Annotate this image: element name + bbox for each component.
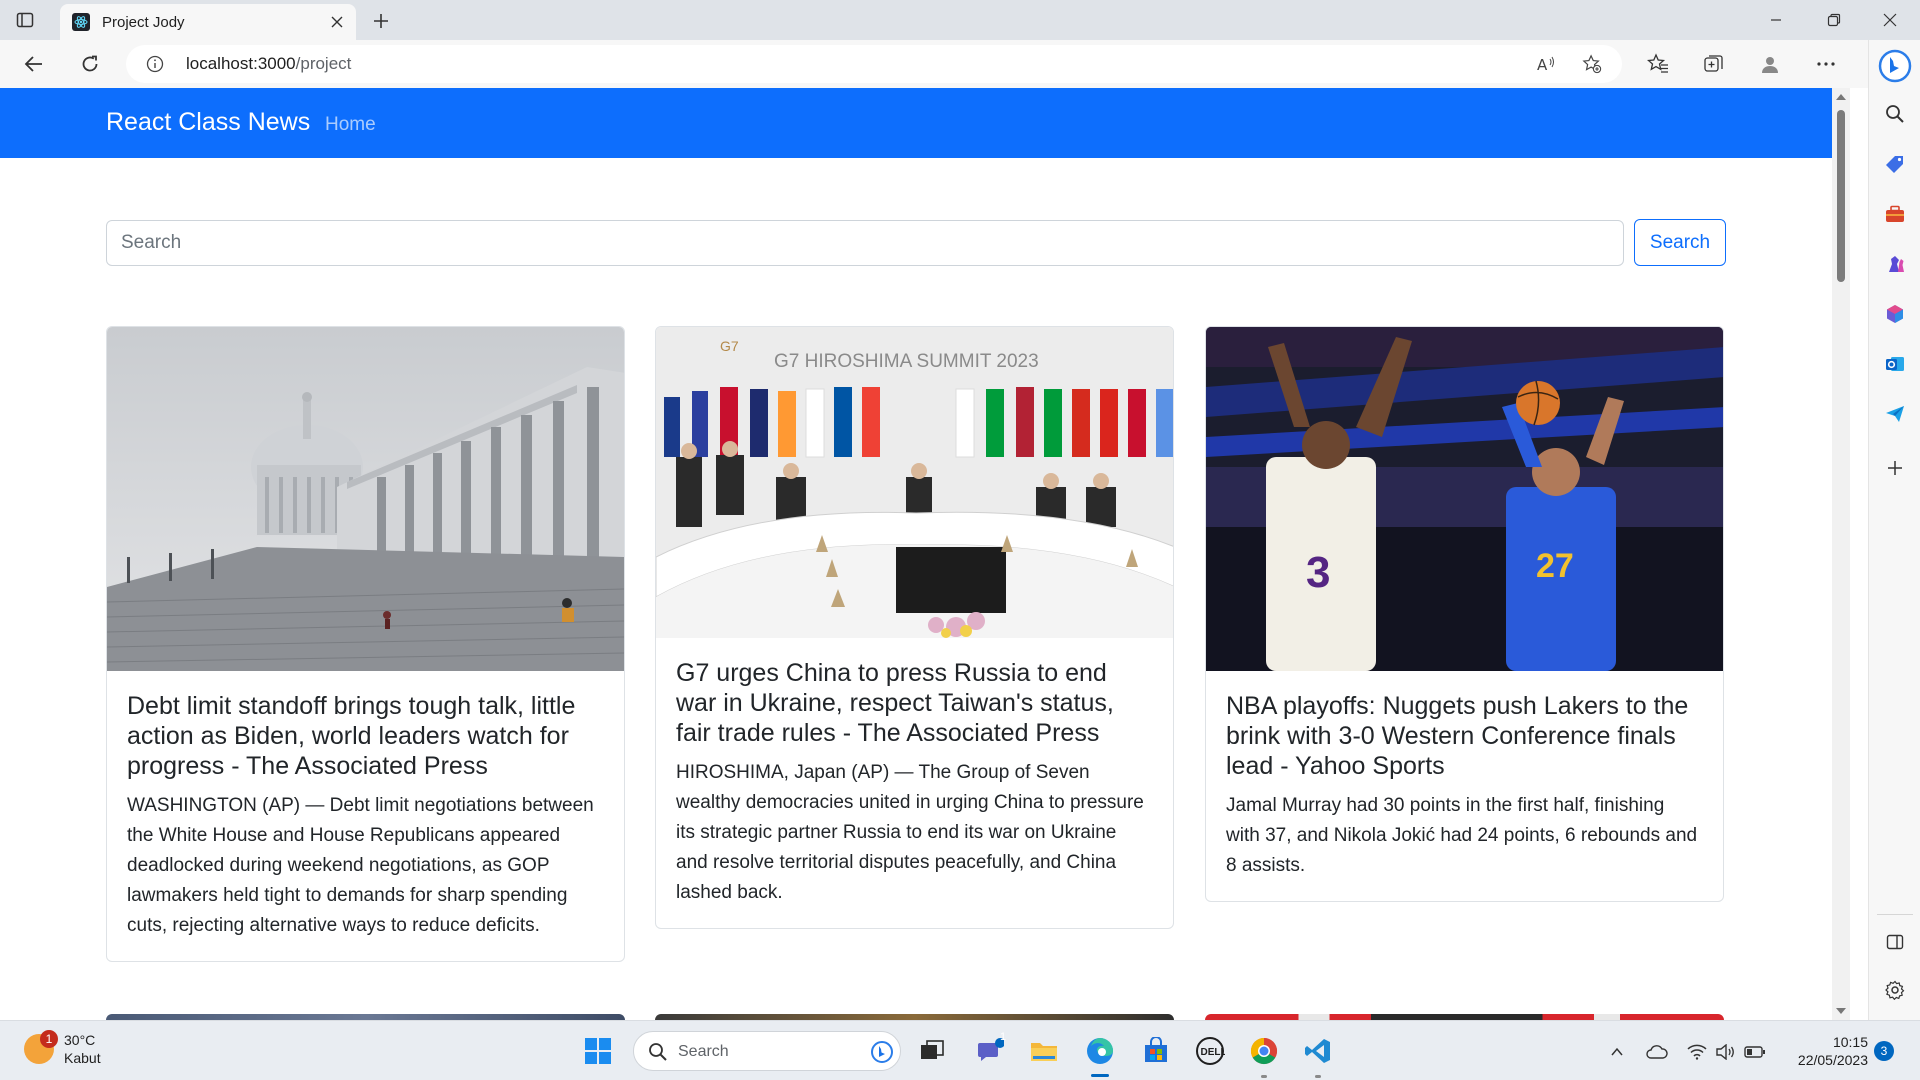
address-bar[interactable]: localhost:3000/project A <box>126 45 1622 83</box>
add-favorite-icon[interactable] <box>1582 54 1602 74</box>
clock-date: 22/05/2023 <box>1797 1052 1868 1068</box>
teams-badge: 1 <box>999 1031 1007 1043</box>
nav-link-home[interactable]: Home <box>325 114 376 136</box>
add-sidebar-app-icon[interactable] <box>1883 456 1907 480</box>
bing-copilot-icon[interactable] <box>1877 48 1913 84</box>
search-button[interactable]: Search <box>1634 219 1726 266</box>
article-title[interactable]: G7 urges China to press Russia to end wa… <box>676 658 1153 748</box>
shopping-tag-icon[interactable] <box>1883 152 1907 176</box>
url-path: /project <box>295 54 352 73</box>
games-chess-icon[interactable] <box>1883 252 1907 276</box>
navbar-brand[interactable]: React Class News <box>106 108 310 137</box>
article-description: WASHINGTON (AP) — Debt limit negotiation… <box>127 795 594 936</box>
tab-actions-icon[interactable] <box>14 9 36 31</box>
tab-close-icon[interactable] <box>328 13 346 31</box>
more-options-icon[interactable] <box>1812 50 1840 78</box>
article-description: HIROSHIMA, Japan (AP) — The Group of Sev… <box>676 762 1144 903</box>
windows-start-icon[interactable] <box>580 1033 616 1069</box>
search-input[interactable] <box>106 220 1624 266</box>
article-description: Jamal Murray had 30 points in the first … <box>1226 795 1698 876</box>
weather-badge: 1 <box>40 1030 58 1048</box>
clock-time: 10:15 <box>1832 1034 1868 1050</box>
summit-banner-text: G7 HIROSHIMA SUMMIT 2023 <box>774 351 1039 372</box>
outlook-icon[interactable] <box>1883 352 1907 376</box>
windows-taskbar: 1 30°C Kabut Search 1 DELL 10:15 22/05/2… <box>0 1020 1920 1080</box>
page-scrollbar[interactable] <box>1832 88 1850 1020</box>
weather-sun-icon: 1 <box>24 1030 58 1064</box>
microsoft365-icon[interactable] <box>1883 302 1907 326</box>
article-title[interactable]: Debt limit standoff brings tough talk, l… <box>127 691 604 781</box>
edge-sidebar <box>1868 40 1920 1020</box>
volume-icon[interactable] <box>1714 1041 1736 1063</box>
taskbar-search-icon <box>649 1043 667 1061</box>
profile-icon[interactable] <box>1756 50 1784 78</box>
task-view-icon[interactable] <box>914 1033 950 1069</box>
notification-badge[interactable]: 3 <box>1874 1041 1894 1061</box>
article-image[interactable]: G7 HIROSHIMA SUMMIT 2023 G7 <box>656 327 1173 638</box>
svg-text:27: 27 <box>1536 547 1574 585</box>
bing-search-icon <box>871 1041 893 1063</box>
chrome-running-indicator <box>1261 1075 1267 1078</box>
system-clock[interactable]: 10:15 22/05/2023 <box>1772 1033 1868 1069</box>
article-image[interactable] <box>107 327 624 671</box>
react-favicon-icon <box>72 13 90 31</box>
search-icon[interactable] <box>1883 102 1907 126</box>
browser-tab[interactable]: Project Jody <box>60 4 356 40</box>
article-title[interactable]: NBA playoffs: Nuggets push Lakers to the… <box>1226 691 1703 781</box>
battery-icon[interactable] <box>1744 1041 1766 1063</box>
card-body: Debt limit standoff brings tough talk, l… <box>107 671 624 961</box>
favorites-icon[interactable] <box>1644 50 1672 78</box>
dell-icon[interactable]: DELL <box>1192 1033 1228 1069</box>
address-toolbar: localhost:3000/project A <box>0 40 1920 88</box>
svg-text:G7: G7 <box>720 338 739 354</box>
refresh-icon[interactable] <box>76 50 104 78</box>
weather-temperature: 30°C <box>64 1032 96 1048</box>
scrollbar-thumb[interactable] <box>1837 110 1845 282</box>
tray-chevron-up-icon[interactable] <box>1606 1041 1628 1063</box>
new-tab-icon[interactable] <box>368 8 394 34</box>
edge-active-indicator <box>1091 1074 1109 1077</box>
tab-title: Project Jody <box>102 13 185 31</box>
hide-sidebar-icon[interactable] <box>1883 930 1907 954</box>
site-info-icon[interactable] <box>146 55 164 73</box>
onedrive-cloud-icon[interactable] <box>1646 1041 1668 1063</box>
weather-widget[interactable]: 1 30°C Kabut <box>24 1030 101 1067</box>
minimize-icon[interactable] <box>1748 0 1804 40</box>
weather-description: Kabut <box>64 1050 101 1066</box>
wifi-icon[interactable] <box>1686 1041 1708 1063</box>
svg-text:3: 3 <box>1306 548 1330 597</box>
svg-text:DELL: DELL <box>1201 1047 1226 1058</box>
svg-text:A: A <box>1537 56 1548 74</box>
card-body: NBA playoffs: Nuggets push Lakers to the… <box>1206 671 1723 901</box>
browser-tab-bar: Project Jody <box>0 0 1920 40</box>
tools-briefcase-icon[interactable] <box>1883 202 1907 226</box>
card-body: G7 urges China to press Russia to end wa… <box>656 638 1173 928</box>
vscode-icon[interactable] <box>1300 1033 1336 1069</box>
chrome-icon[interactable] <box>1246 1033 1282 1069</box>
back-arrow-icon[interactable] <box>20 50 48 78</box>
drop-send-icon[interactable] <box>1883 402 1907 426</box>
restore-icon[interactable] <box>1806 0 1862 40</box>
taskbar-search-label: Search <box>678 1043 729 1060</box>
url-text: localhost:3000/project <box>186 54 351 74</box>
window-close-icon[interactable] <box>1862 0 1918 40</box>
sidebar-divider <box>1877 914 1913 915</box>
article-image[interactable]: 3 27 <box>1206 327 1723 671</box>
url-host: localhost:3000 <box>186 54 296 73</box>
file-explorer-icon[interactable] <box>1026 1033 1062 1069</box>
news-card: Debt limit standoff brings tough talk, l… <box>106 326 625 962</box>
page-viewport: React Class News Home Search Search Debt… <box>0 88 1832 1020</box>
settings-gear-icon[interactable] <box>1883 978 1907 1002</box>
vscode-running-indicator <box>1315 1075 1321 1078</box>
edge-browser-icon[interactable] <box>1082 1033 1118 1069</box>
news-card: 3 27 NBA playoffs: Nuggets push Lakers t… <box>1205 326 1724 902</box>
navbar: React Class News Home <box>0 88 1832 158</box>
taskbar-search[interactable]: Search <box>633 1031 901 1071</box>
teams-chat-icon[interactable]: 1 <box>972 1031 1008 1069</box>
read-aloud-icon[interactable]: A <box>1536 54 1556 74</box>
collections-icon[interactable] <box>1700 50 1728 78</box>
microsoft-store-icon[interactable] <box>1138 1033 1174 1069</box>
news-card: G7 HIROSHIMA SUMMIT 2023 G7 G7 urges Chi… <box>655 326 1174 929</box>
